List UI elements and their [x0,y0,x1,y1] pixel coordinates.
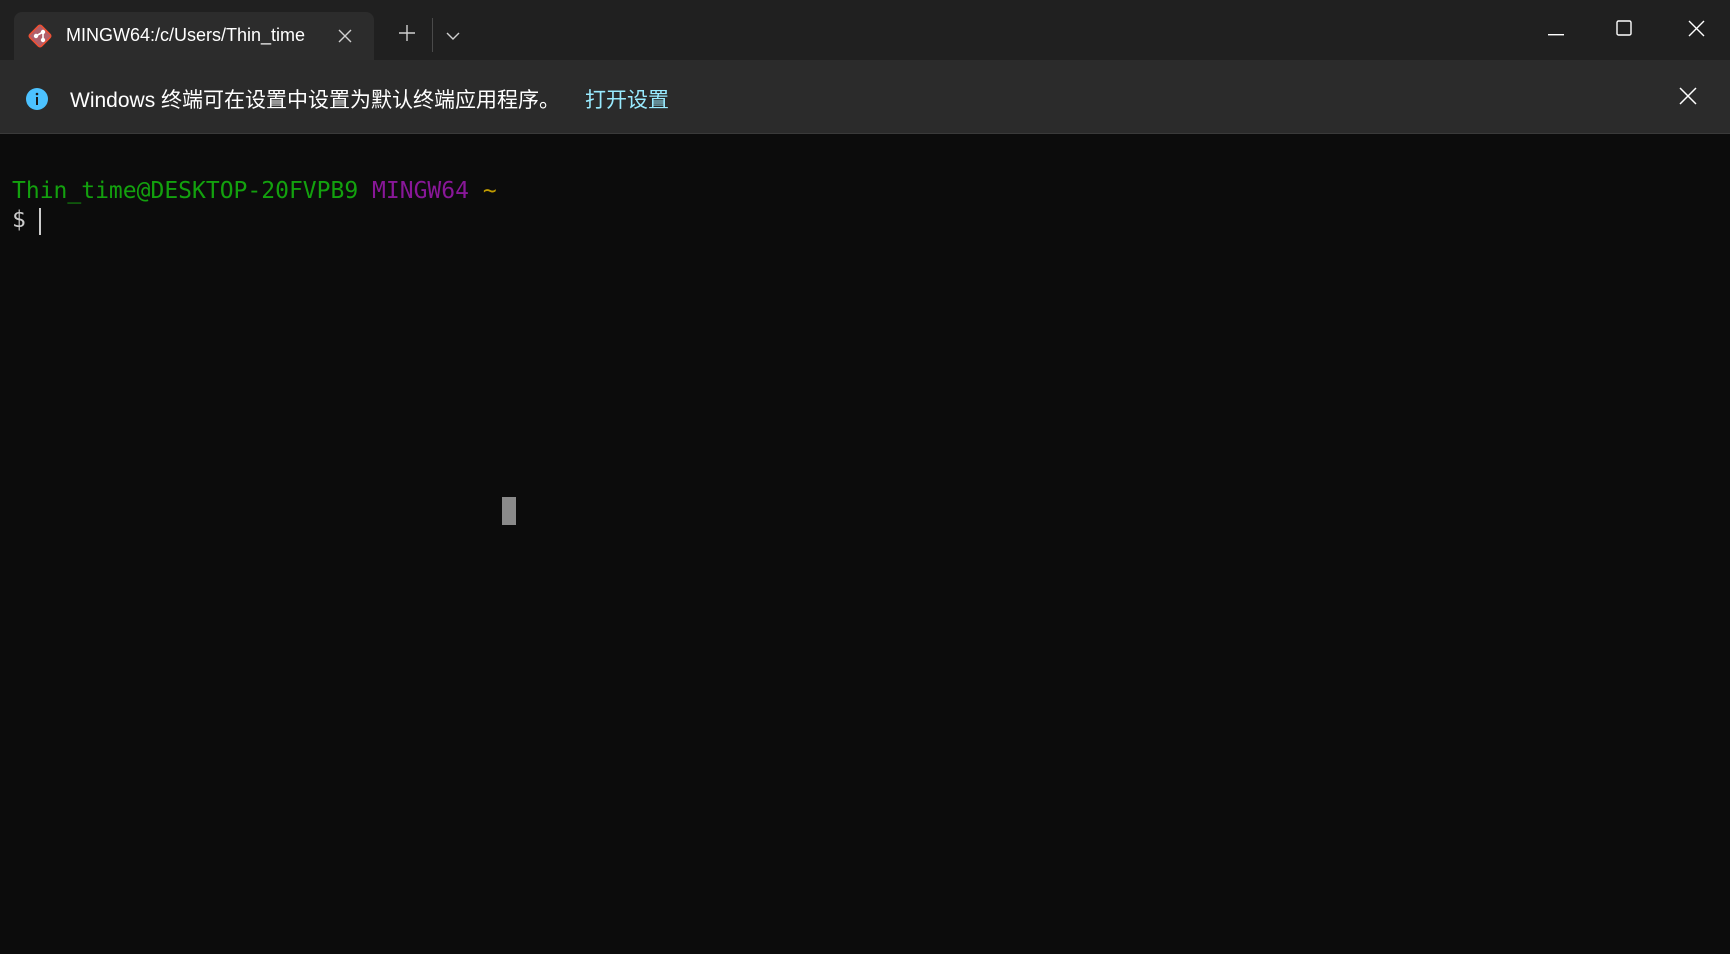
prompt-system: MINGW64 [372,178,469,204]
plus-icon [399,25,415,45]
new-tab-button[interactable] [390,18,424,52]
terminal-window: MINGW64:/c/Users/Thin_time Windows 终端可在设… [0,0,1730,954]
close-icon[interactable] [332,23,358,49]
input-line[interactable]: $ [12,206,40,235]
default-terminal-infobar: Windows 终端可在设置中设置为默认终端应用程序。 打开设置 [0,60,1730,134]
chevron-down-icon [446,26,460,45]
tab-divider [432,18,433,52]
minimize-icon [1548,21,1564,40]
prompt-directory: ~ [482,178,497,204]
infobar-message: Windows 终端可在设置中设置为默认终端应用程序。 [70,89,561,112]
close-icon [1688,20,1705,41]
open-settings-link[interactable]: 打开设置 [585,84,669,114]
prompt-user-host: Thin_time@DESKTOP-20FVPB9 [12,178,359,204]
tab-title: MINGW64:/c/Users/Thin_time [66,25,306,45]
terminal-output[interactable]: Thin_time@DESKTOP-20FVPB9 MINGW64 ~ $ [0,134,1730,954]
git-bash-icon [26,22,54,50]
close-window-button[interactable] [1662,0,1730,60]
maximize-icon [1616,20,1632,40]
tab-mingw64[interactable]: MINGW64:/c/Users/Thin_time [14,12,374,60]
prompt-line: Thin_time@DESKTOP-20FVPB9 MINGW64 ~ [12,177,497,206]
text-caret [39,208,41,235]
title-bar[interactable]: MINGW64:/c/Users/Thin_time [0,0,1730,60]
maximize-button[interactable] [1590,0,1658,60]
close-icon [1679,87,1697,109]
profile-dropdown-button[interactable] [436,18,470,52]
infobar-close-button[interactable] [1672,82,1704,114]
info-icon [25,87,49,111]
minimize-button[interactable] [1522,0,1590,60]
mouse-cursor-block [502,497,516,525]
